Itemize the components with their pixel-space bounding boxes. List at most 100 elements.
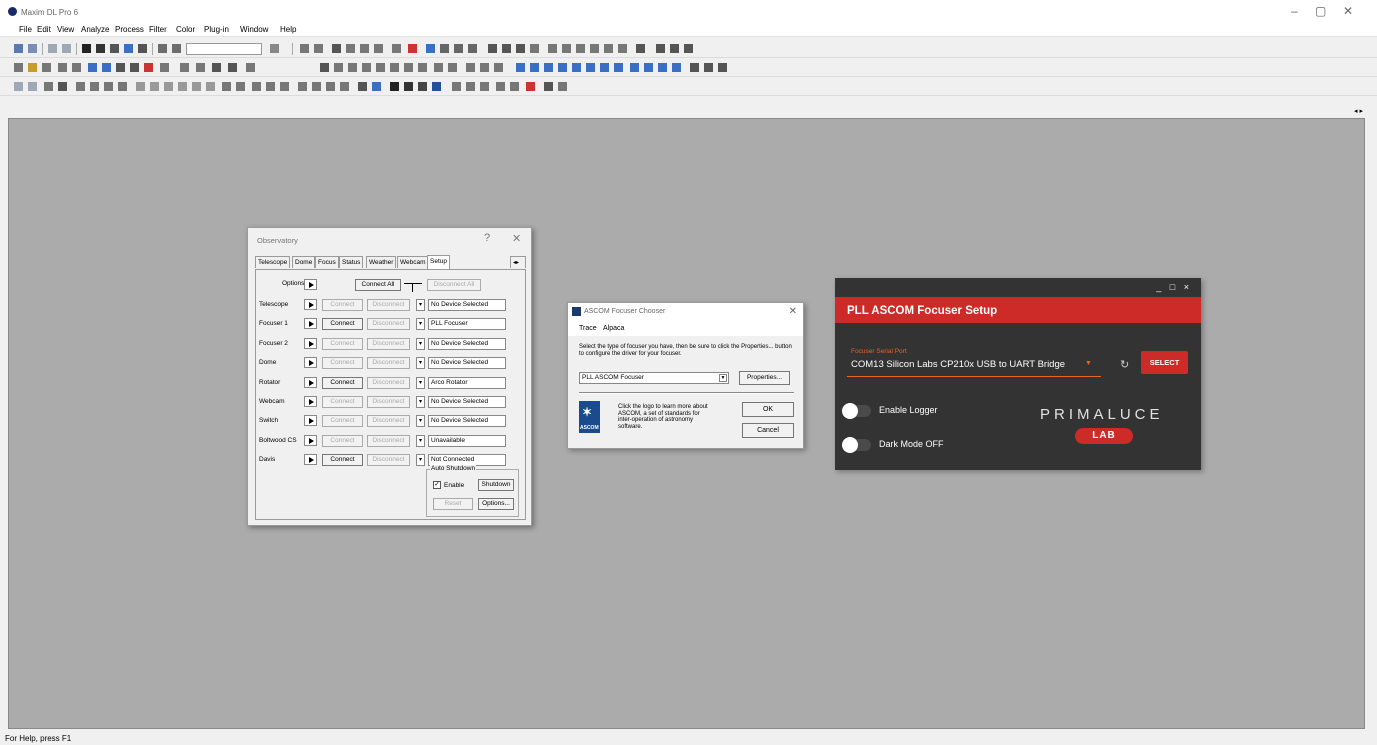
toolbar-tool-10-icon[interactable] (454, 44, 463, 53)
device-disconnect-button[interactable]: Disconnect (367, 415, 410, 427)
device-arrow-button[interactable] (304, 357, 317, 368)
toolbar-r3-1-icon[interactable] (14, 82, 23, 91)
close-icon[interactable]: ✕ (512, 232, 521, 245)
toolbar-r2-44-icon[interactable] (718, 63, 727, 72)
device-connect-button[interactable]: Connect (322, 357, 363, 369)
menu-view[interactable]: View (57, 25, 74, 34)
toolbar-tool-18-icon[interactable] (576, 44, 585, 53)
device-disconnect-button[interactable]: Disconnect (367, 454, 410, 466)
device-dropdown[interactable]: ▾ (416, 435, 425, 447)
toolbar-scroll-arrows[interactable]: ◂ ▸ (1354, 107, 1363, 115)
window-controls-icon[interactable]: _ □ × (1156, 282, 1192, 292)
tab-setup[interactable]: Setup (427, 255, 450, 269)
toolbar-r3-4-icon[interactable] (58, 82, 67, 91)
toolbar-plus-icon[interactable] (408, 44, 417, 53)
close-icon[interactable]: ✕ (1343, 4, 1353, 18)
tab-dome[interactable]: Dome (292, 256, 316, 268)
toolbar-r2-8-icon[interactable] (116, 63, 125, 72)
toolbar-r3-36-icon[interactable] (544, 82, 553, 91)
toolbar-tool-2-icon[interactable] (314, 44, 323, 53)
toolbar-tool-22-icon[interactable] (636, 44, 645, 53)
device-dropdown[interactable]: ▾ (416, 338, 425, 350)
menu-alpaca[interactable]: Alpaca (603, 325, 624, 332)
toolbar-tool-3-icon[interactable] (332, 44, 341, 53)
toolbar-r2-7-icon[interactable] (102, 63, 111, 72)
options-arrow-button[interactable] (304, 279, 317, 290)
device-disconnect-button[interactable]: Disconnect (367, 338, 410, 350)
toolbar-r3-29-icon[interactable] (432, 82, 441, 91)
toolbar-r3-33-icon[interactable] (496, 82, 505, 91)
toolbar-r2-24-icon[interactable] (418, 63, 427, 72)
toolbar-r3-8-icon[interactable] (118, 82, 127, 91)
serial-port-select[interactable]: COM13 Silicon Labs CP210x USB to UART Br… (851, 359, 1096, 370)
dark-mode-toggle[interactable] (842, 437, 871, 453)
toolbar-r2-31-icon[interactable] (530, 63, 539, 72)
toolbar-r2-18-icon[interactable] (334, 63, 343, 72)
toolbar-r2-38-icon[interactable] (630, 63, 639, 72)
toolbar-camera-icon[interactable] (96, 44, 105, 53)
toolbar-r2-29-icon[interactable] (494, 63, 503, 72)
device-arrow-button[interactable] (304, 396, 317, 407)
menu-trace[interactable]: Trace (579, 325, 597, 332)
tab-weather[interactable]: Weather (366, 256, 397, 268)
toolbar-r2-34-icon[interactable] (572, 63, 581, 72)
device-disconnect-button[interactable]: Disconnect (367, 318, 410, 330)
tab-status[interactable]: Status (339, 256, 364, 268)
toolbar-r3-35-icon[interactable] (526, 82, 535, 91)
toolbar-r3-16-icon[interactable] (236, 82, 245, 91)
toolbar-r2-33-icon[interactable] (558, 63, 567, 72)
toolbar-zoom-out-icon[interactable] (172, 44, 181, 53)
toolbar-r2-43-icon[interactable] (704, 63, 713, 72)
toolbar-r2-42-icon[interactable] (690, 63, 699, 72)
toolbar-r2-37-icon[interactable] (614, 63, 623, 72)
menu-filter[interactable]: Filter (149, 25, 167, 34)
toolbar-chart-icon[interactable] (138, 44, 147, 53)
device-dropdown[interactable]: ▾ (416, 377, 425, 389)
properties-button[interactable]: Properties... (739, 371, 790, 385)
device-connect-button[interactable]: Connect (322, 299, 363, 311)
toolbar-r2-26-icon[interactable] (448, 63, 457, 72)
toolbar-open-icon[interactable] (14, 44, 23, 53)
reset-button[interactable]: Reset (433, 498, 473, 510)
toolbar-r3-23-icon[interactable] (340, 82, 349, 91)
disconnect-all-button[interactable]: Disconnect All (427, 279, 481, 291)
toolbar-crosshair-icon[interactable] (110, 44, 119, 53)
toolbar-r3-3-icon[interactable] (44, 82, 53, 91)
device-disconnect-button[interactable]: Disconnect (367, 299, 410, 311)
toolbar-r3-24-icon[interactable] (358, 82, 367, 91)
menu-color[interactable]: Color (176, 25, 195, 34)
select-button[interactable]: SELECT (1141, 351, 1188, 374)
toolbar-r2-40-icon[interactable] (658, 63, 667, 72)
toolbar-tool-1-icon[interactable] (300, 44, 309, 53)
device-arrow-button[interactable] (304, 318, 317, 329)
toolbar-tool-15-icon[interactable] (530, 44, 539, 53)
device-dropdown[interactable]: ▾ (416, 357, 425, 369)
toolbar-r2-28-icon[interactable] (480, 63, 489, 72)
shutdown-options-button[interactable]: Options... (478, 498, 514, 510)
toolbar-r3-12-icon[interactable] (178, 82, 187, 91)
toolbar-r2-11-icon[interactable] (160, 63, 169, 72)
device-dropdown[interactable]: ▾ (416, 454, 425, 466)
toolbar-r2-6-icon[interactable] (88, 63, 97, 72)
toolbar-r2-21-icon[interactable] (376, 63, 385, 72)
toolbar-r3-26-icon[interactable] (390, 82, 399, 91)
menu-plugin[interactable]: Plug-in (204, 25, 229, 34)
toolbar-r3-17-icon[interactable] (252, 82, 261, 91)
toolbar-r3-11-icon[interactable] (164, 82, 173, 91)
help-icon[interactable]: ? (484, 232, 490, 244)
toolbar-tool-14-icon[interactable] (516, 44, 525, 53)
toolbar-r2-14-icon[interactable] (212, 63, 221, 72)
device-dropdown[interactable]: ▾ (416, 415, 425, 427)
toolbar-r3-30-icon[interactable] (452, 82, 461, 91)
toolbar-tool-20-icon[interactable] (604, 44, 613, 53)
toolbar-tool-12-icon[interactable] (488, 44, 497, 53)
menu-analyze[interactable]: Analyze (81, 25, 109, 34)
menu-edit[interactable]: Edit (37, 25, 51, 34)
toolbar-r3-21-icon[interactable] (312, 82, 321, 91)
toolbar-tool-19-icon[interactable] (590, 44, 599, 53)
toolbar-undo-icon[interactable] (48, 44, 57, 53)
chevron-down-icon[interactable]: ▼ (1085, 360, 1092, 367)
toolbar-r3-15-icon[interactable] (222, 82, 231, 91)
tab-scroll-arrows[interactable]: ◂▸ (510, 256, 526, 268)
device-disconnect-button[interactable]: Disconnect (367, 377, 410, 389)
